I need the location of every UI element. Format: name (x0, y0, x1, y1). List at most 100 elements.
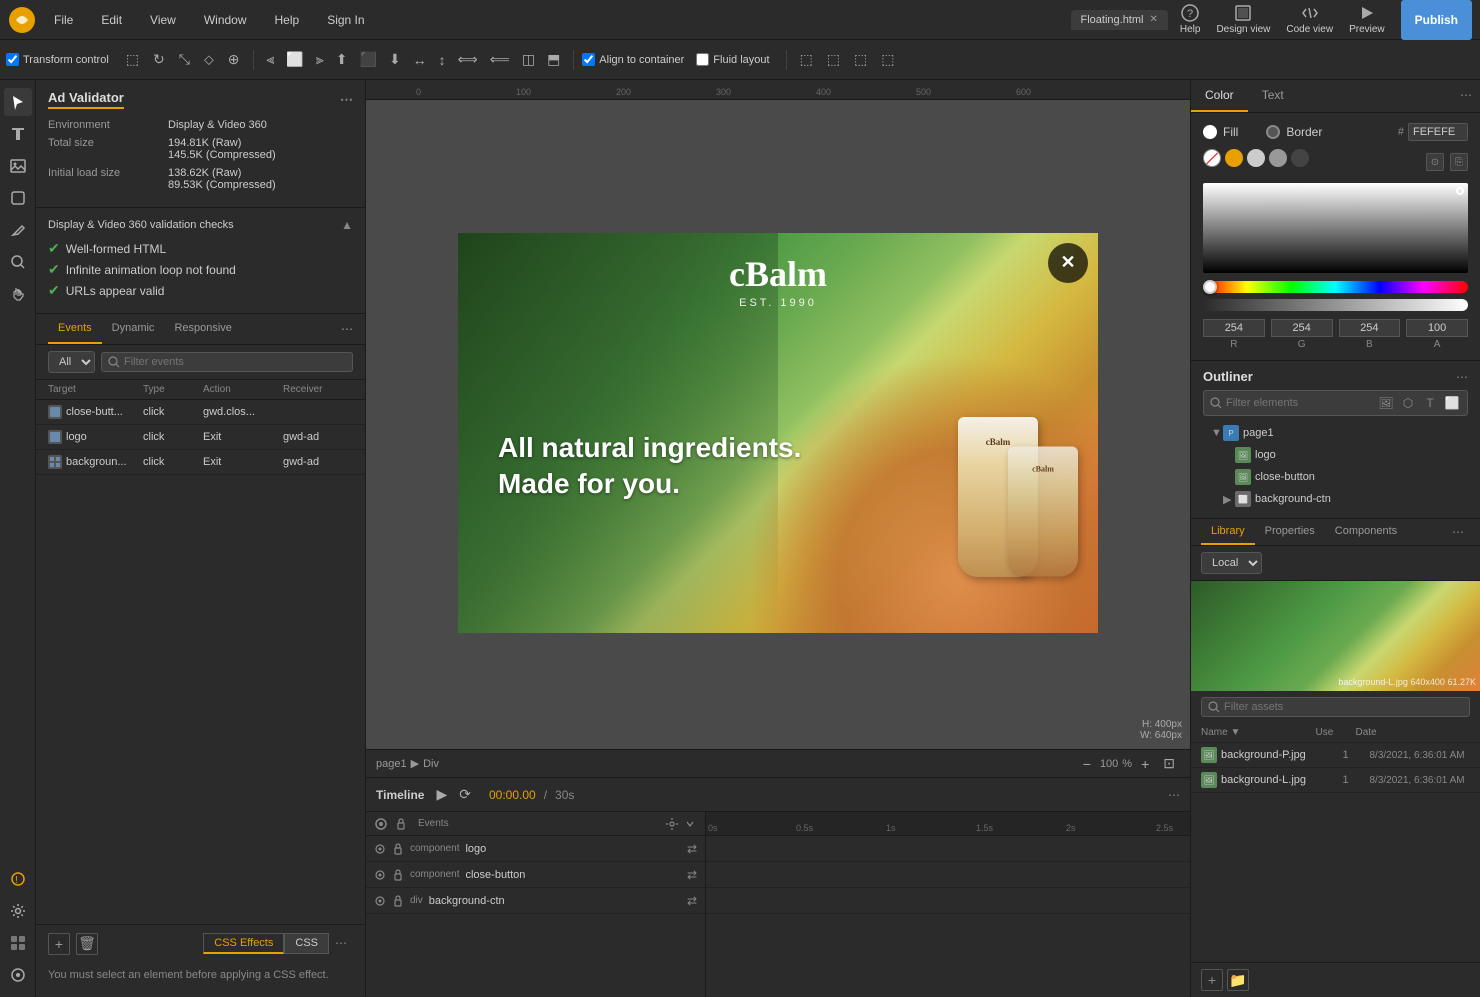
eyedropper-icon[interactable]: ⊙ (1426, 153, 1444, 171)
a-input[interactable] (1406, 319, 1468, 337)
icon-settings[interactable] (4, 897, 32, 925)
css-more[interactable]: ⋯ (329, 933, 353, 954)
border-radio[interactable] (1266, 125, 1280, 139)
align-left[interactable]: ⫷ (262, 48, 280, 71)
ad-validator-more[interactable]: ⋯ (340, 92, 353, 108)
hex-input[interactable] (1408, 123, 1468, 141)
toolbar-more3[interactable]: ⬚ (849, 48, 872, 71)
fill-radio[interactable] (1203, 125, 1217, 139)
css-delete-btn[interactable]: 🗑 (76, 933, 98, 955)
menu-help[interactable]: Help (269, 9, 306, 31)
toolbar-anchor[interactable]: ⊕ (223, 48, 245, 71)
event-row-1[interactable]: logo click Exit gwd-ad (36, 425, 365, 450)
tab-events[interactable]: Events (48, 314, 102, 344)
lib-tab-properties[interactable]: Properties (1255, 519, 1325, 545)
preview-tool[interactable]: Preview (1349, 4, 1385, 35)
icon-ad-validator[interactable]: ! (4, 865, 32, 893)
color-picker-gradient[interactable] (1203, 183, 1468, 273)
asset-row-1[interactable]: 🖼 background-L.jpg 1 8/3/2021, 6:36:01 A… (1191, 768, 1480, 793)
tl-settings-icon[interactable] (665, 817, 679, 831)
fluid-layout-checkbox[interactable]: Fluid layout (696, 53, 769, 66)
align-right[interactable]: ⫸ (311, 48, 329, 71)
tree-background-ctn[interactable]: ▶ ⬜ background-ctn (1203, 488, 1468, 510)
timeline-more[interactable]: ⋯ (1168, 788, 1180, 802)
menu-signin[interactable]: Sign In (321, 9, 370, 31)
outliner-toggle-images[interactable]: 🖼 (1377, 394, 1395, 412)
css-effects-tab[interactable]: CSS Effects (203, 933, 284, 954)
toolbar-more4[interactable]: ⬚ (876, 48, 899, 71)
toolbar-more2[interactable]: ⬚ (822, 48, 845, 71)
tree-close-button[interactable]: ▶ 🖼 close-button (1203, 466, 1468, 488)
tl-play[interactable]: ▶ (434, 784, 449, 805)
tree-expand-page1[interactable]: ▼ (1211, 427, 1223, 439)
toolbar-more1[interactable]: ⬚ (795, 48, 818, 71)
space-v[interactable]: ⟸ (485, 48, 515, 71)
toolbar-scale[interactable]: ⤡ (174, 48, 195, 71)
zoom-out[interactable]: − (1078, 753, 1096, 775)
space-h[interactable]: ⟺ (453, 48, 483, 71)
right-tab-more[interactable]: ⋯ (1452, 80, 1480, 112)
tab-color[interactable]: Color (1191, 80, 1248, 112)
outliner-search-input[interactable] (1226, 397, 1373, 409)
tab-responsive[interactable]: Responsive (164, 314, 241, 344)
event-row-0[interactable]: close-butt... click gwd.clos... (36, 400, 365, 425)
swatch-gray-mid[interactable] (1269, 149, 1287, 167)
events-filter-input[interactable] (124, 356, 346, 368)
events-filter-select[interactable]: All (48, 351, 95, 373)
zoom-in[interactable]: + (1136, 753, 1154, 775)
help-tool[interactable]: ? Help (1180, 4, 1201, 35)
css-tab[interactable]: CSS (284, 933, 329, 954)
tl-loop[interactable]: ⟳ (457, 784, 473, 805)
tree-logo[interactable]: ▶ 🖼 logo (1203, 444, 1468, 466)
align-to-container-checkbox[interactable]: Align to container (582, 53, 684, 66)
code-view-tool[interactable]: Code view (1286, 4, 1333, 35)
hue-slider[interactable] (1203, 281, 1468, 293)
toolbar-move[interactable]: ⬚ (121, 48, 144, 71)
lib-folder-btn[interactable]: 📁 (1227, 969, 1249, 991)
icon-shape[interactable] (4, 184, 32, 212)
distribute-h[interactable]: ↔ (408, 49, 432, 71)
r-input[interactable] (1203, 319, 1265, 337)
align-bottom[interactable]: ⬇ (384, 48, 406, 71)
ad-close-button[interactable]: ✕ (1048, 243, 1088, 283)
outliner-more[interactable]: ⋯ (1456, 370, 1468, 384)
toolbar-rotate[interactable]: ↻ (148, 48, 170, 71)
css-add-btn[interactable]: + (48, 933, 70, 955)
outliner-toggle-divs[interactable]: ⬜ (1443, 394, 1461, 412)
menu-view[interactable]: View (144, 9, 182, 31)
g-input[interactable] (1271, 319, 1333, 337)
lib-tab-components[interactable]: Components (1325, 519, 1407, 545)
file-tab[interactable]: Floating.html ✕ (1071, 10, 1168, 30)
tl-lock-0[interactable] (392, 843, 404, 855)
transform-control-checkbox[interactable]: Transform control (6, 53, 109, 66)
library-local-select[interactable]: Local (1201, 552, 1262, 574)
hue-handle[interactable] (1203, 280, 1217, 294)
tl-eye-0[interactable] (374, 843, 386, 855)
menu-edit[interactable]: Edit (95, 9, 128, 31)
menu-window[interactable]: Window (198, 9, 253, 31)
validation-collapse[interactable]: ▲ (341, 218, 353, 232)
distribute-v[interactable]: ↕ (434, 49, 451, 71)
events-tabs-more[interactable]: ⋯ (341, 322, 353, 336)
icon-select[interactable] (4, 88, 32, 116)
outliner-toggle-text[interactable]: T (1421, 394, 1439, 412)
swatch-orange[interactable] (1225, 149, 1243, 167)
copy-color-icon[interactable]: ⎘ (1450, 153, 1468, 171)
lib-tab-library[interactable]: Library (1201, 519, 1255, 545)
lib-add-btn[interactable]: + (1201, 969, 1223, 991)
tl-eye-1[interactable] (374, 869, 386, 881)
assets-search-input[interactable] (1224, 701, 1463, 713)
tab-close-icon[interactable]: ✕ (1149, 14, 1157, 25)
icon-hand[interactable] (4, 280, 32, 308)
publish-button[interactable]: Publish (1401, 0, 1472, 40)
toolbar-skew[interactable]: ⬦ (199, 48, 219, 71)
tab-dynamic[interactable]: Dynamic (102, 314, 165, 344)
tl-lock-1[interactable] (392, 869, 404, 881)
tl-eye-2[interactable] (374, 895, 386, 907)
design-view-tool[interactable]: Design view (1216, 4, 1270, 35)
tree-page1[interactable]: ▼ P page1 (1203, 422, 1468, 444)
event-row-2[interactable]: backgroun... click Exit gwd-ad (36, 450, 365, 475)
asset-row-0[interactable]: 🖼 background-P.jpg 1 8/3/2021, 6:36:01 A… (1191, 743, 1480, 768)
outliner-toggle-components[interactable]: ⬡ (1399, 394, 1417, 412)
menu-file[interactable]: File (48, 9, 79, 31)
